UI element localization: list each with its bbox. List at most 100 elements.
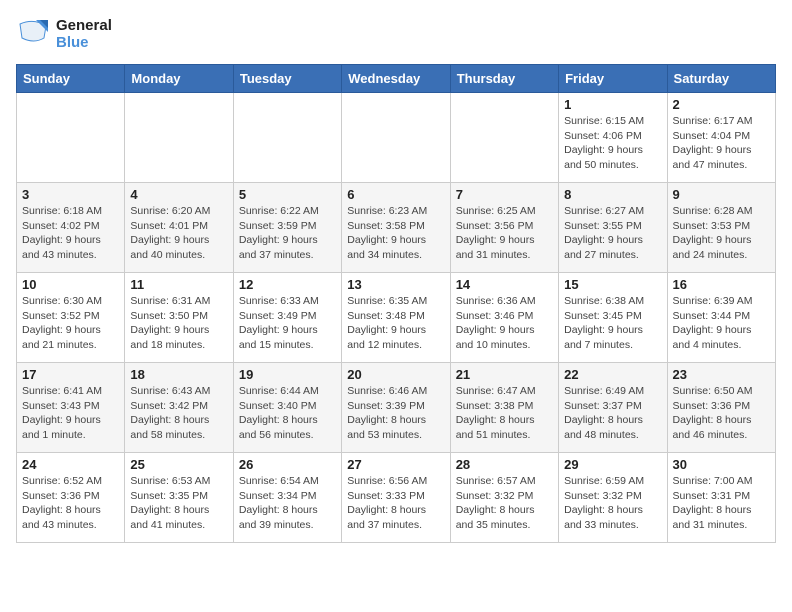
day-info: Sunrise: 6:20 AM Sunset: 4:01 PM Dayligh… xyxy=(130,204,227,263)
logo-text-general: General xyxy=(56,17,112,34)
day-info: Sunrise: 6:52 AM Sunset: 3:36 PM Dayligh… xyxy=(22,474,119,533)
day-number: 7 xyxy=(456,187,553,202)
day-info: Sunrise: 6:57 AM Sunset: 3:32 PM Dayligh… xyxy=(456,474,553,533)
calendar-week-row: 10Sunrise: 6:30 AM Sunset: 3:52 PM Dayli… xyxy=(17,273,776,363)
day-info: Sunrise: 6:36 AM Sunset: 3:46 PM Dayligh… xyxy=(456,294,553,353)
day-of-week-header: Thursday xyxy=(450,65,558,93)
day-info: Sunrise: 6:56 AM Sunset: 3:33 PM Dayligh… xyxy=(347,474,444,533)
day-info: Sunrise: 6:43 AM Sunset: 3:42 PM Dayligh… xyxy=(130,384,227,443)
calendar-cell: 26 Sunrise: 6:54 AM Sunset: 3:34 PM Dayli… xyxy=(233,453,341,543)
day-number: 26 xyxy=(239,457,336,472)
day-number: 21 xyxy=(456,367,553,382)
day-info: Sunrise: 6:54 AM Sunset: 3:34 PM Dayligh… xyxy=(239,474,336,533)
calendar-week-row: 1 Sunrise: 6:15 AM Sunset: 4:06 PM Daylig… xyxy=(17,93,776,183)
day-info: Sunrise: 7:00 AM Sunset: 3:31 PM Dayligh… xyxy=(673,474,770,533)
calendar-cell: 22 Sunrise: 6:49 AM Sunset: 3:37 PM Dayli… xyxy=(559,363,667,453)
calendar-cell: 13Sunrise: 6:35 AM Sunset: 3:48 PM Dayli… xyxy=(342,273,450,363)
day-number: 3 xyxy=(22,187,119,202)
day-number: 20 xyxy=(347,367,444,382)
day-info: Sunrise: 6:15 AM Sunset: 4:06 PM Dayligh… xyxy=(564,114,661,173)
day-number: 16 xyxy=(673,277,770,292)
day-info: Sunrise: 6:22 AM Sunset: 3:59 PM Dayligh… xyxy=(239,204,336,263)
day-info: Sunrise: 6:27 AM Sunset: 3:55 PM Dayligh… xyxy=(564,204,661,263)
day-of-week-header: Tuesday xyxy=(233,65,341,93)
day-info: Sunrise: 6:31 AM Sunset: 3:50 PM Dayligh… xyxy=(130,294,227,353)
calendar-cell: 12 Sunrise: 6:33 AM Sunset: 3:49 PM Dayli… xyxy=(233,273,341,363)
calendar-cell: 4 Sunrise: 6:20 AM Sunset: 4:01 PM Daylig… xyxy=(125,183,233,273)
day-number: 19 xyxy=(239,367,336,382)
calendar-cell: 27 Sunrise: 6:56 AM Sunset: 3:33 PM Dayli… xyxy=(342,453,450,543)
day-number: 29 xyxy=(564,457,661,472)
calendar-cell: 10Sunrise: 6:30 AM Sunset: 3:52 PM Dayli… xyxy=(17,273,125,363)
day-number: 2 xyxy=(673,97,770,112)
day-info: Sunrise: 6:38 AM Sunset: 3:45 PM Dayligh… xyxy=(564,294,661,353)
page-header: General Blue xyxy=(16,16,776,52)
calendar-cell xyxy=(125,93,233,183)
day-of-week-header: Friday xyxy=(559,65,667,93)
day-info: Sunrise: 6:39 AM Sunset: 3:44 PM Dayligh… xyxy=(673,294,770,353)
calendar-cell xyxy=(342,93,450,183)
calendar-week-row: 17 Sunrise: 6:41 AM Sunset: 3:43 PM Dayli… xyxy=(17,363,776,453)
day-info: Sunrise: 6:23 AM Sunset: 3:58 PM Dayligh… xyxy=(347,204,444,263)
day-number: 13 xyxy=(347,277,444,292)
calendar-cell: 17 Sunrise: 6:41 AM Sunset: 3:43 PM Dayli… xyxy=(17,363,125,453)
calendar-table: SundayMondayTuesdayWednesdayThursdayFrid… xyxy=(16,64,776,543)
calendar-cell: 18 Sunrise: 6:43 AM Sunset: 3:42 PM Dayli… xyxy=(125,363,233,453)
day-info: Sunrise: 6:53 AM Sunset: 3:35 PM Dayligh… xyxy=(130,474,227,533)
day-number: 1 xyxy=(564,97,661,112)
day-info: Sunrise: 6:44 AM Sunset: 3:40 PM Dayligh… xyxy=(239,384,336,443)
calendar-cell: 7 Sunrise: 6:25 AM Sunset: 3:56 PM Daylig… xyxy=(450,183,558,273)
logo: General Blue xyxy=(16,16,112,52)
day-number: 15 xyxy=(564,277,661,292)
day-info: Sunrise: 6:25 AM Sunset: 3:56 PM Dayligh… xyxy=(456,204,553,263)
day-number: 22 xyxy=(564,367,661,382)
day-number: 14 xyxy=(456,277,553,292)
day-number: 4 xyxy=(130,187,227,202)
day-number: 11 xyxy=(130,277,227,292)
calendar-cell xyxy=(450,93,558,183)
day-number: 28 xyxy=(456,457,553,472)
day-number: 30 xyxy=(673,457,770,472)
calendar-cell: 21 Sunrise: 6:47 AM Sunset: 3:38 PM Dayli… xyxy=(450,363,558,453)
day-info: Sunrise: 6:41 AM Sunset: 3:43 PM Dayligh… xyxy=(22,384,119,443)
day-info: Sunrise: 6:33 AM Sunset: 3:49 PM Dayligh… xyxy=(239,294,336,353)
calendar-cell: 9Sunrise: 6:28 AM Sunset: 3:53 PM Daylig… xyxy=(667,183,775,273)
day-number: 8 xyxy=(564,187,661,202)
calendar-cell: 23 Sunrise: 6:50 AM Sunset: 3:36 PM Dayli… xyxy=(667,363,775,453)
logo-icon xyxy=(16,16,52,52)
day-number: 18 xyxy=(130,367,227,382)
calendar-cell: 8 Sunrise: 6:27 AM Sunset: 3:55 PM Daylig… xyxy=(559,183,667,273)
day-number: 17 xyxy=(22,367,119,382)
logo-text-blue: Blue xyxy=(56,34,112,51)
day-of-week-header: Saturday xyxy=(667,65,775,93)
day-info: Sunrise: 6:30 AM Sunset: 3:52 PM Dayligh… xyxy=(22,294,119,353)
day-number: 5 xyxy=(239,187,336,202)
day-info: Sunrise: 6:18 AM Sunset: 4:02 PM Dayligh… xyxy=(22,204,119,263)
day-info: Sunrise: 6:46 AM Sunset: 3:39 PM Dayligh… xyxy=(347,384,444,443)
calendar-cell: 25 Sunrise: 6:53 AM Sunset: 3:35 PM Dayli… xyxy=(125,453,233,543)
day-number: 6 xyxy=(347,187,444,202)
day-info: Sunrise: 6:50 AM Sunset: 3:36 PM Dayligh… xyxy=(673,384,770,443)
day-info: Sunrise: 6:47 AM Sunset: 3:38 PM Dayligh… xyxy=(456,384,553,443)
calendar-cell: 1 Sunrise: 6:15 AM Sunset: 4:06 PM Daylig… xyxy=(559,93,667,183)
day-info: Sunrise: 6:59 AM Sunset: 3:32 PM Dayligh… xyxy=(564,474,661,533)
calendar-cell: 19 Sunrise: 6:44 AM Sunset: 3:40 PM Dayli… xyxy=(233,363,341,453)
day-number: 25 xyxy=(130,457,227,472)
day-of-week-header: Sunday xyxy=(17,65,125,93)
calendar-cell xyxy=(233,93,341,183)
day-of-week-header: Wednesday xyxy=(342,65,450,93)
calendar-cell: 20 Sunrise: 6:46 AM Sunset: 3:39 PM Dayli… xyxy=(342,363,450,453)
day-number: 24 xyxy=(22,457,119,472)
calendar-cell: 3 Sunrise: 6:18 AM Sunset: 4:02 PM Daylig… xyxy=(17,183,125,273)
calendar-cell: 2Sunrise: 6:17 AM Sunset: 4:04 PM Daylig… xyxy=(667,93,775,183)
calendar-cell: 6 Sunrise: 6:23 AM Sunset: 3:58 PM Daylig… xyxy=(342,183,450,273)
day-number: 23 xyxy=(673,367,770,382)
day-of-week-header: Monday xyxy=(125,65,233,93)
calendar-cell: 5 Sunrise: 6:22 AM Sunset: 3:59 PM Daylig… xyxy=(233,183,341,273)
calendar-cell: 16 Sunrise: 6:39 AM Sunset: 3:44 PM Dayli… xyxy=(667,273,775,363)
day-number: 12 xyxy=(239,277,336,292)
calendar-cell: 15 Sunrise: 6:38 AM Sunset: 3:45 PM Dayli… xyxy=(559,273,667,363)
day-number: 27 xyxy=(347,457,444,472)
day-info: Sunrise: 6:49 AM Sunset: 3:37 PM Dayligh… xyxy=(564,384,661,443)
calendar-cell: 30 Sunrise: 7:00 AM Sunset: 3:31 PM Dayli… xyxy=(667,453,775,543)
